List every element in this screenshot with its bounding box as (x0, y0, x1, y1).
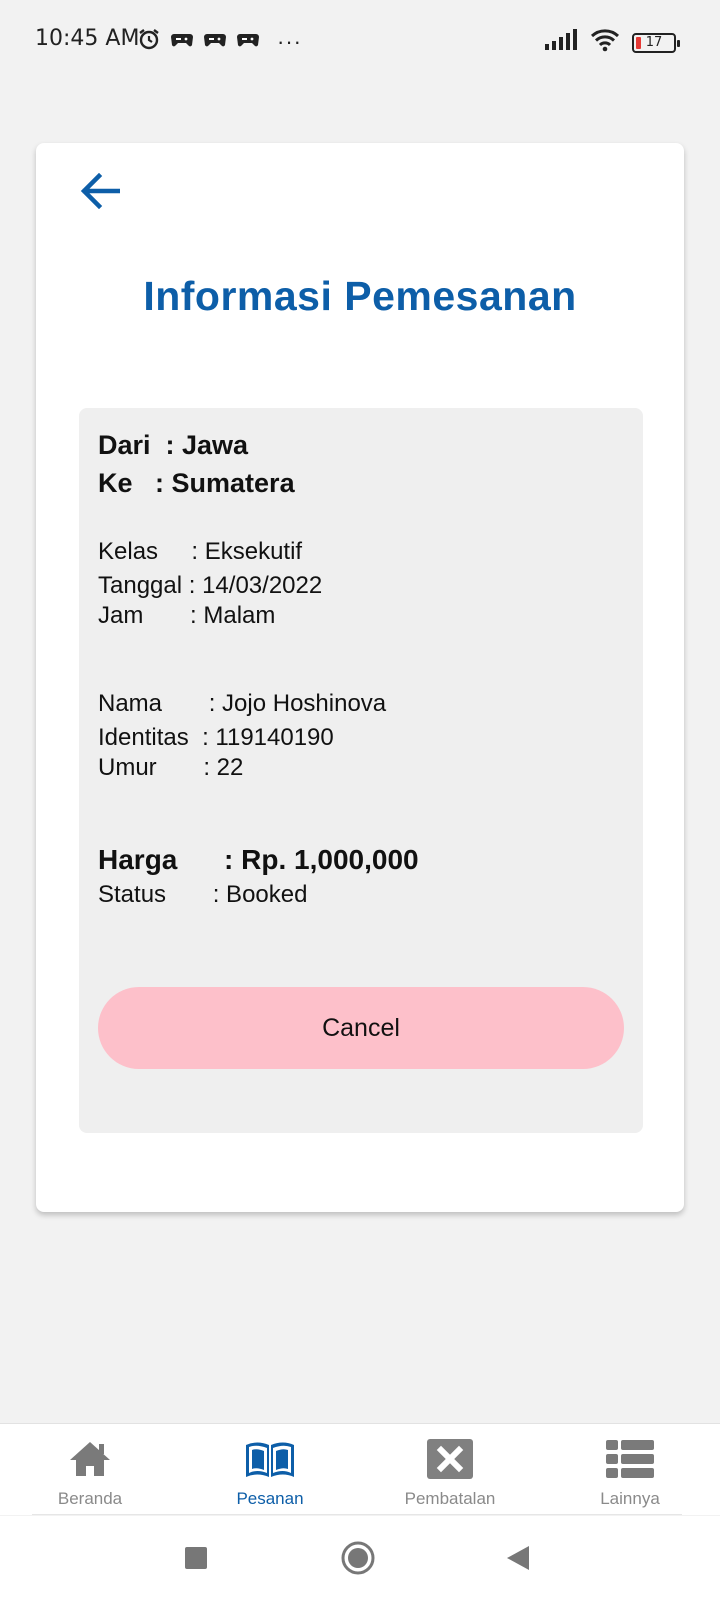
alarm-icon (137, 27, 161, 56)
back-button[interactable] (76, 169, 124, 217)
nav-item-pembatalan[interactable]: Pembatalan (360, 1424, 540, 1516)
nav-item-pesanan[interactable]: Pesanan (180, 1424, 360, 1516)
book-icon (243, 1436, 297, 1482)
triangle-back-icon[interactable] (498, 1538, 538, 1578)
system-status-icons: 17 (544, 28, 680, 57)
from-label: Dari (98, 430, 166, 460)
date-value: : 14/03/2022 (188, 572, 323, 599)
price-value: : Rp. 1,000,000 (224, 844, 419, 875)
game-icon (203, 29, 227, 54)
name-label: Nama (98, 690, 209, 717)
list-icon (606, 1436, 654, 1482)
name-value: : Jojo Hoshinova (208, 690, 387, 717)
page-title: Informasi Pemesanan (143, 273, 577, 319)
nav-item-lainnya[interactable]: Lainnya (540, 1424, 720, 1516)
class-label: Kelas (98, 538, 192, 565)
price-row: Harga : Rp. 1,000,000 (98, 844, 419, 876)
booking-info-card: Informasi Pemesanan Dari : Jawa Ke : Sum… (36, 143, 684, 1212)
notification-icons: ··· (137, 27, 302, 56)
home-icon (68, 1436, 112, 1482)
nav-label-pesanan: Pesanan (236, 1489, 304, 1508)
wifi-icon (590, 28, 620, 57)
signal-icon (544, 29, 578, 56)
nav-label-pembatalan: Pembatalan (404, 1489, 496, 1508)
game-icon (236, 29, 260, 54)
battery-icon: 17 (632, 32, 680, 53)
battery-level-fill (636, 36, 641, 49)
to-row: Ke : Sumatera (98, 468, 295, 499)
nav-item-beranda[interactable]: Beranda (0, 1424, 180, 1516)
date-row: Tanggal : 14/03/2022 (98, 572, 322, 600)
booking-details-box: Dari : Jawa Ke : Sumatera Kelas : Ekseku… (79, 408, 643, 1133)
from-value: : Jawa (165, 430, 249, 460)
date-label: Tanggal (98, 572, 189, 599)
status-label: Status (98, 881, 213, 908)
nav-label-lainnya: Lainnya (600, 1489, 660, 1508)
bottom-navigation: Beranda Pesanan Pembatalan Lainnya (0, 1423, 720, 1515)
identity-row: Identitas : 119140190 (98, 724, 334, 752)
arrow-left-icon (80, 172, 121, 214)
class-row: Kelas : Eksekutif (98, 538, 302, 566)
nav-label-beranda: Beranda (57, 1489, 123, 1508)
price-label: Harga (98, 844, 225, 875)
status-row: Status : Booked (98, 881, 307, 909)
game-icon (170, 29, 194, 54)
name-row: Nama : Jojo Hoshinova (98, 690, 386, 718)
to-label: Ke (98, 468, 156, 498)
nav-divider (32, 1514, 682, 1515)
identity-label: Identitas (98, 724, 203, 751)
more-indicator: ··· (277, 28, 302, 54)
square-recents-icon[interactable] (176, 1538, 216, 1578)
from-row: Dari : Jawa (98, 430, 248, 461)
time-label: Jam (98, 602, 191, 629)
status-bar: 10:45 AM ··· 17 (0, 0, 720, 80)
time-value: : Malam (190, 602, 276, 629)
age-value: : 22 (203, 754, 244, 781)
circle-home-icon[interactable] (338, 1538, 378, 1578)
to-value: : Sumatera (155, 468, 295, 498)
system-navigation-bar (0, 1516, 720, 1600)
cancel-button[interactable]: Cancel (98, 987, 624, 1069)
identity-value: : 119140190 (202, 724, 334, 751)
battery-level-text: 17 (645, 34, 663, 50)
cancel-box-icon (427, 1436, 473, 1482)
age-label: Umur (98, 754, 204, 781)
status-value: : Booked (212, 881, 308, 908)
class-value: : Eksekutif (191, 538, 303, 565)
age-row: Umur : 22 (98, 754, 243, 782)
time-row: Jam : Malam (98, 602, 275, 630)
status-time: 10:45 AM (35, 26, 140, 51)
